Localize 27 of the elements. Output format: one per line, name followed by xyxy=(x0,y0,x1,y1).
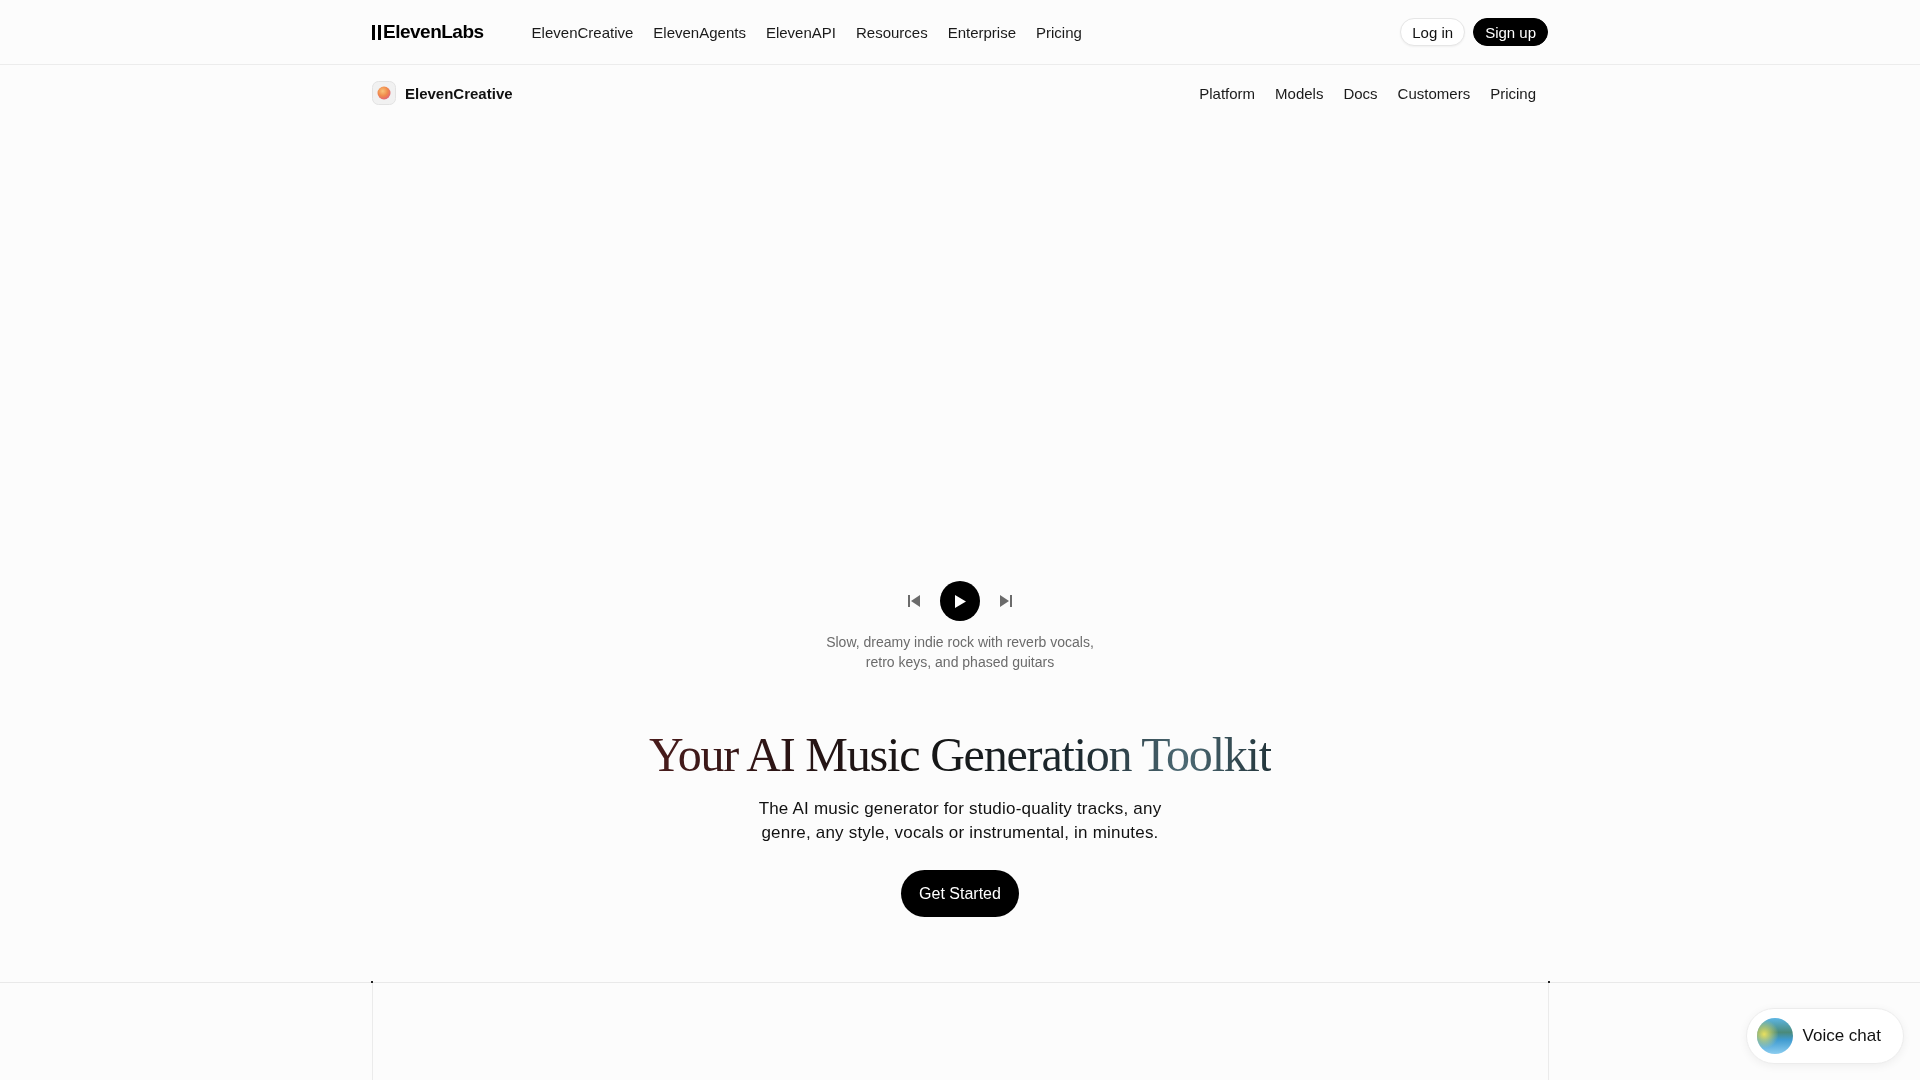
sign-up-button[interactable]: Sign up xyxy=(1473,18,1548,46)
nav-link[interactable]: ElevenAPI xyxy=(755,19,846,45)
nav-link[interactable]: Pricing xyxy=(1026,19,1092,45)
get-started-button[interactable]: Get Started xyxy=(901,870,1019,917)
sub-nav-link[interactable]: Models xyxy=(1265,80,1334,106)
skip-back-icon xyxy=(908,595,920,607)
play-button[interactable] xyxy=(940,581,980,621)
logo-link[interactable]: ElevenLabs xyxy=(372,21,484,43)
logo-bars-icon xyxy=(372,24,381,40)
nav-link[interactable]: ElevenCreative xyxy=(521,19,644,45)
sub-nav-link[interactable]: Pricing xyxy=(1480,80,1546,106)
track-caption: Slow, dreamy indie rock with reverb vocals, retro keys, and phased guitars xyxy=(825,633,1095,672)
skip-forward-icon xyxy=(1000,595,1012,607)
log-in-button[interactable]: Log in xyxy=(1400,18,1466,46)
nav-link[interactable]: ElevenAgents xyxy=(643,19,756,45)
sub-nav-link[interactable]: Platform xyxy=(1189,80,1266,106)
sub-nav-link[interactable]: Customers xyxy=(1387,80,1481,106)
sub-nav-link[interactable]: Docs xyxy=(1333,80,1388,106)
app-logo-icon xyxy=(372,81,396,105)
product-link[interactable]: ElevenCreative xyxy=(372,81,513,105)
nav-link[interactable]: Enterprise xyxy=(937,19,1027,45)
next-track-button[interactable] xyxy=(1000,595,1012,607)
hero-subtitle: The AI music generator for studio-quality tracks, any genre, any style, vocals or instrumental, in minutes. xyxy=(757,798,1163,844)
nav-link[interactable]: Resources xyxy=(845,19,938,45)
previous-track-button[interactable] xyxy=(908,595,920,607)
voice-chat-button[interactable]: Voice chat xyxy=(1745,1008,1904,1064)
play-icon xyxy=(954,594,966,608)
